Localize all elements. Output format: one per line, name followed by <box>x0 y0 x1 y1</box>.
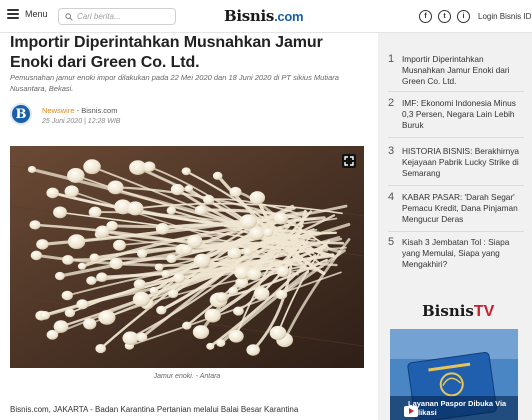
popular-item[interactable]: 2 IMF: Ekonomi Indonesia Minus 0,3 Perse… <box>388 98 523 131</box>
image-caption: Jamur enoki. - Antara <box>153 373 221 380</box>
popular-title[interactable]: IMF: Ekonomi Indonesia Minus 0,3 Persen,… <box>402 98 523 131</box>
site-header: Menu Bisnis.com f t i Login Bisnis ID <box>0 0 532 33</box>
popular-rank: 2 <box>388 97 395 109</box>
popular-rank: 1 <box>388 53 395 65</box>
login-link[interactable]: Login Bisnis ID <box>478 12 531 21</box>
fullscreen-button[interactable] <box>342 154 356 168</box>
twitter-icon[interactable]: t <box>438 10 451 23</box>
divider <box>388 91 524 92</box>
popular-title[interactable]: Kisah 3 Jembatan Tol : Siapa yang Memula… <box>402 237 523 270</box>
article-body: Bisnis.com, JAKARTA - Badan Karantina Pe… <box>10 405 299 414</box>
popular-item[interactable]: 3 HISTORIA BISNIS: Berakhirnya Kejayaan … <box>388 146 523 179</box>
popular-title[interactable]: Importir Diperintahkan Musnahkan Jamur E… <box>402 54 523 87</box>
popular-item[interactable]: 4 KABAR PASAR: 'Darah Segar' Pemacu Kred… <box>388 192 523 225</box>
hero-image <box>10 146 364 368</box>
search-input[interactable] <box>77 12 173 21</box>
menu-button[interactable]: Menu <box>7 9 48 19</box>
article-date: 25 Juni 2020 | 12:28 WIB <box>42 118 121 125</box>
divider <box>388 137 524 138</box>
search-box[interactable] <box>58 8 176 25</box>
play-button[interactable] <box>404 406 418 417</box>
popular-rank: 3 <box>388 145 395 157</box>
divider <box>388 185 524 186</box>
sidebar: 1 Importir Diperintahkan Musnahkan Jamur… <box>378 33 532 420</box>
source-channel[interactable]: Newswire <box>42 106 75 115</box>
logo-suffix: .com <box>274 9 304 24</box>
article-title: Importir Diperintahkan Musnahkan Jamur E… <box>10 34 323 71</box>
site-logo[interactable]: Bisnis.com <box>224 7 304 25</box>
popular-title[interactable]: KABAR PASAR: 'Darah Segar' Pemacu Kredit… <box>402 192 523 225</box>
tv-logo-main: Bisnis <box>422 302 474 320</box>
enoki-mushroom-image <box>10 146 364 368</box>
popular-item[interactable]: 5 Kisah 3 Jembatan Tol : Siapa yang Memu… <box>388 237 523 270</box>
popular-rank: 4 <box>388 191 395 203</box>
source-site: Bisnis.com <box>81 106 118 115</box>
popular-title[interactable]: HISTORIA BISNIS: Berakhirnya Kejayaan Pa… <box>402 146 523 179</box>
source-avatar: B <box>10 103 32 125</box>
expand-icon <box>344 156 354 166</box>
article-source: Newswire - Bisnis.com <box>42 106 117 115</box>
facebook-icon[interactable]: f <box>419 10 432 23</box>
search-icon <box>65 12 73 21</box>
article-excerpt: Pemusnahan jamur enoki impor dilakukan p… <box>10 73 339 93</box>
logo-main: Bisnis <box>224 7 275 25</box>
divider <box>388 231 524 232</box>
tv-logo-suffix: TV <box>473 303 495 320</box>
hamburger-icon <box>7 9 19 19</box>
bisnis-tv-logo[interactable]: BisnisTV <box>422 302 494 321</box>
popular-rank: 5 <box>388 236 395 248</box>
popular-item[interactable]: 1 Importir Diperintahkan Musnahkan Jamur… <box>388 54 523 87</box>
instagram-icon[interactable]: i <box>457 10 470 23</box>
menu-label: Menu <box>25 9 48 19</box>
